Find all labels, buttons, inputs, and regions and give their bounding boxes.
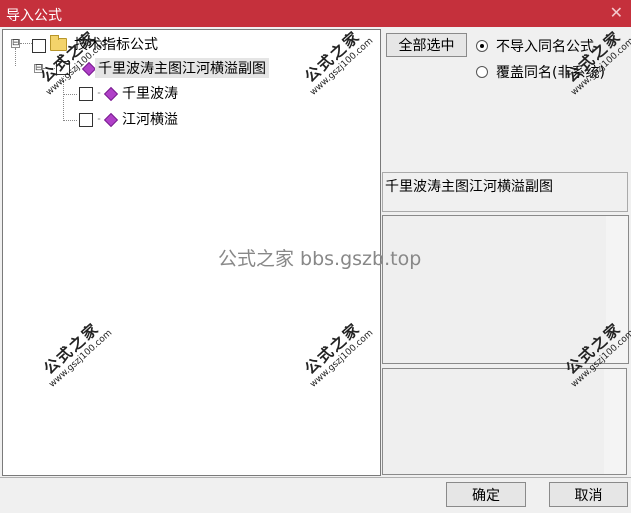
formula-name-display: 千里波涛主图江河横溢副图 bbox=[382, 172, 628, 212]
formula-icon bbox=[103, 86, 119, 102]
center-watermark: 公式之家 bbs.gszb.top bbox=[218, 248, 422, 270]
tree-item-child-2[interactable]: 江河横溢 bbox=[122, 109, 178, 129]
option-skip-duplicates[interactable]: 不导入同名公式 bbox=[476, 36, 594, 56]
footer-divider bbox=[0, 477, 631, 478]
checkbox-root[interactable] bbox=[32, 39, 46, 53]
window-title: 导入公式 bbox=[6, 8, 62, 24]
checkbox-child-2[interactable] bbox=[79, 113, 93, 127]
tree-connector-dots: ·· bbox=[97, 89, 101, 98]
expand-toggle-root[interactable]: ⊟ bbox=[11, 39, 20, 48]
option-skip-duplicates-label: 不导入同名公式 bbox=[496, 39, 594, 55]
title-bar: 导入公式 ✕ bbox=[0, 0, 631, 27]
radio-overwrite[interactable] bbox=[476, 66, 488, 78]
params-scrollbar[interactable] bbox=[604, 369, 626, 474]
tree-connector-dots: ·· bbox=[97, 115, 101, 124]
tree-connector bbox=[63, 94, 77, 95]
tree-connector bbox=[15, 48, 16, 66]
tree-connector bbox=[63, 120, 77, 121]
tree-item-group[interactable]: 千里波涛主图江河横溢副图 bbox=[95, 58, 269, 78]
select-all-button[interactable]: 全部选中 bbox=[386, 33, 467, 57]
ok-button[interactable]: 确定 bbox=[446, 482, 526, 507]
formula-icon bbox=[103, 112, 119, 128]
formula-params-box[interactable] bbox=[382, 368, 627, 475]
tree-item-child-1[interactable]: 千里波涛 bbox=[122, 83, 178, 103]
cancel-button[interactable]: 取消 bbox=[549, 482, 628, 507]
close-icon[interactable]: ✕ bbox=[610, 3, 623, 22]
checkbox-child-1[interactable] bbox=[79, 87, 93, 101]
radio-skip-duplicates[interactable] bbox=[476, 40, 488, 52]
